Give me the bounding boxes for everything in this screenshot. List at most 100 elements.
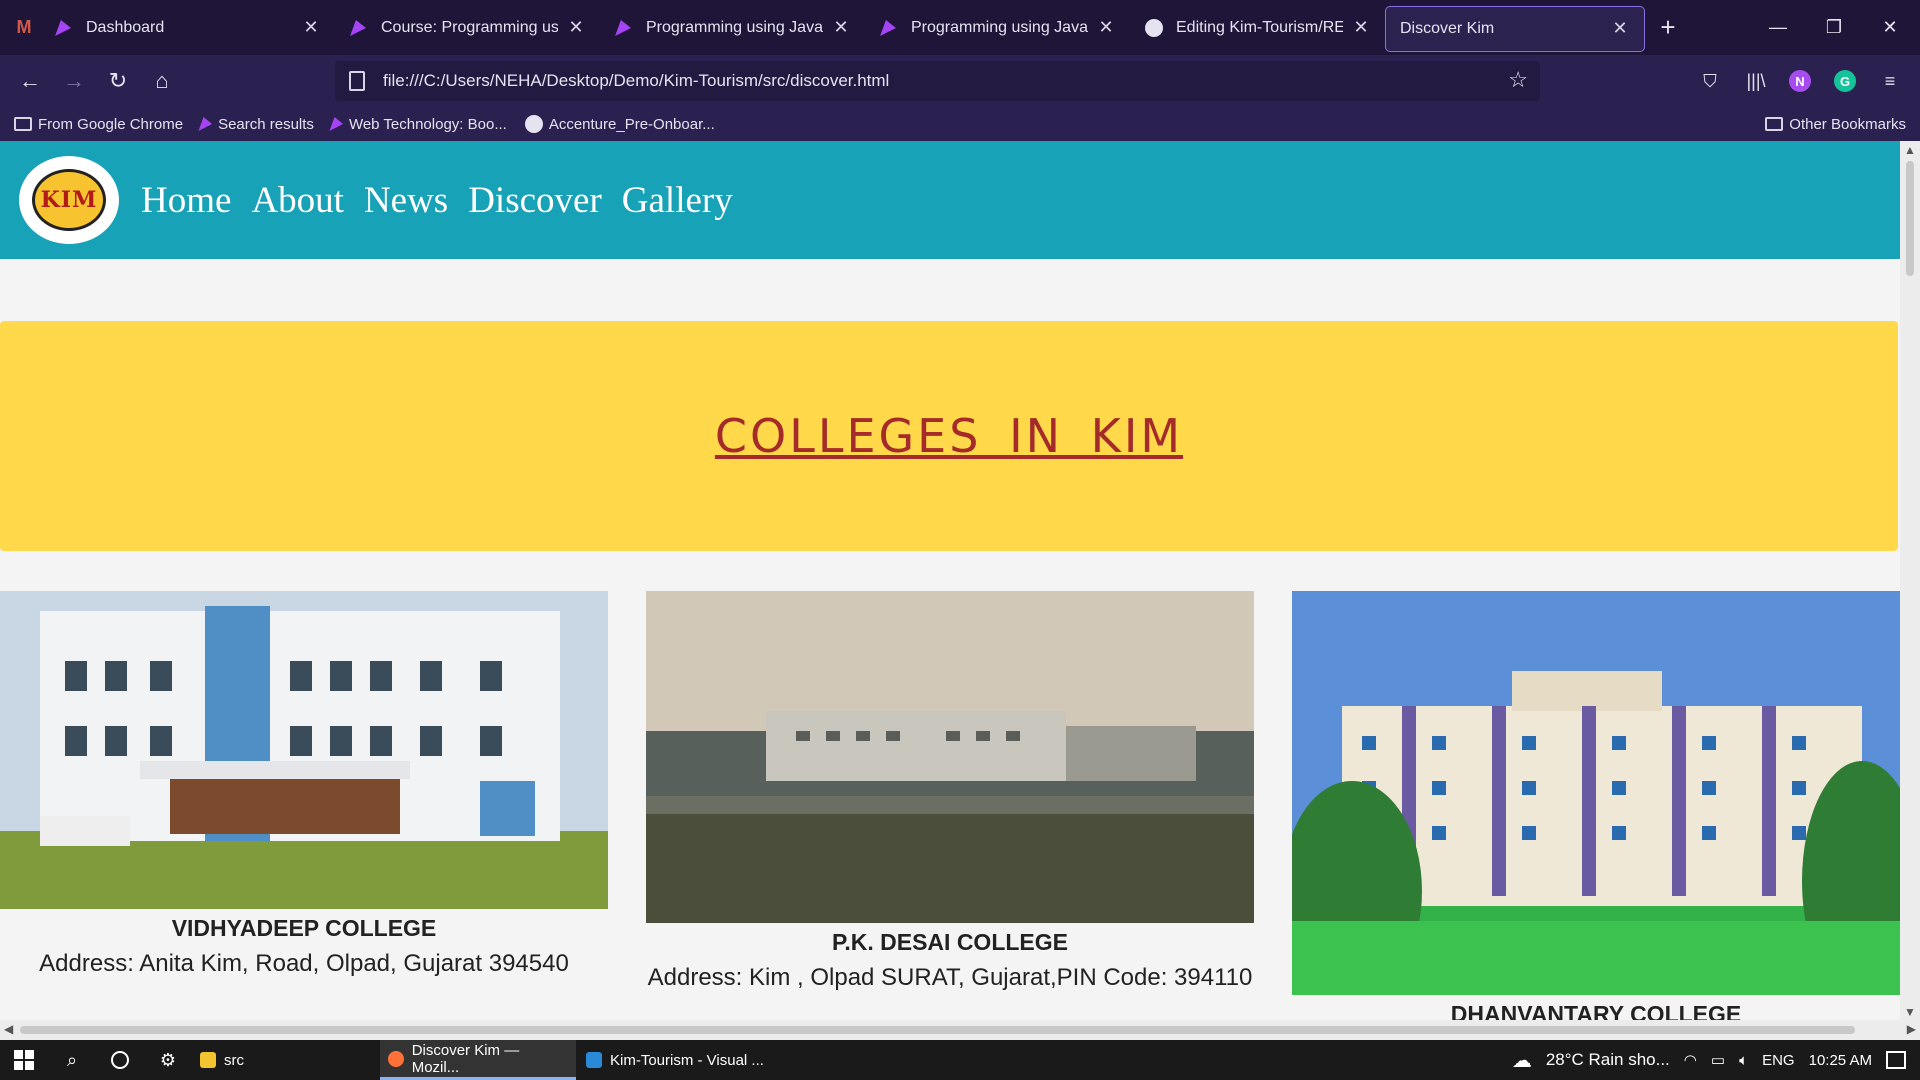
search-button[interactable]: ⌕ <box>48 1040 96 1080</box>
grammarly-icon: G <box>1834 70 1856 92</box>
notifications-icon[interactable] <box>1886 1051 1906 1069</box>
kim-logo[interactable]: KIM <box>19 156 119 244</box>
tab-title: Dashboard <box>86 18 165 36</box>
weather-icon[interactable]: ☁ <box>1512 1048 1532 1073</box>
close-icon[interactable]: ✕ <box>831 17 851 38</box>
course-chevron-icon <box>614 18 634 38</box>
taskbar-app-src[interactable]: src <box>192 1040 378 1080</box>
course-chevron-icon <box>54 18 74 38</box>
bookmark-chevron-icon <box>329 117 346 131</box>
weather-text[interactable]: 28°C Rain sho... <box>1546 1050 1670 1070</box>
profile-button[interactable]: N <box>1784 65 1816 97</box>
battery-icon[interactable]: ▭ <box>1711 1051 1725 1069</box>
college-name: VIDHYADEEP COLLEGE <box>171 915 437 941</box>
cortana-button[interactable] <box>96 1040 144 1080</box>
nav-news[interactable]: News <box>364 179 448 222</box>
github-icon <box>1144 18 1164 38</box>
pocket-icon[interactable]: ⛉ <box>1694 65 1726 97</box>
college-photo <box>0 591 608 909</box>
file-explorer-icon <box>200 1052 216 1068</box>
close-icon[interactable]: ✕ <box>1610 18 1630 39</box>
nav-about[interactable]: About <box>251 179 344 222</box>
site-nav: Home About News Discover Gallery <box>141 179 753 222</box>
menu-button[interactable]: ≡ <box>1874 65 1906 97</box>
scroll-down-icon[interactable]: ▼ <box>1900 1005 1920 1019</box>
nav-gallery[interactable]: Gallery <box>622 179 733 222</box>
tab-java-core[interactable]: Programming using Java Cor ✕ <box>600 5 865 51</box>
bookmark-from-google-chrome[interactable]: From Google Chrome <box>14 116 183 133</box>
tab-title: Editing Kim-Tourism/READM <box>1176 18 1343 36</box>
tab-github-readme[interactable]: Editing Kim-Tourism/READM ✕ <box>1130 5 1385 51</box>
windows-taskbar: ⌕ ⚙ src Discover Kim — Mozil... Kim-Tour… <box>0 1040 1920 1080</box>
other-bookmarks[interactable]: Other Bookmarks <box>1765 116 1906 133</box>
colleges-banner: COLLEGES IN KIM <box>0 321 1898 551</box>
minimize-button[interactable]: — <box>1750 0 1806 55</box>
logo-emblem: KIM <box>32 169 106 231</box>
gear-icon: ⚙ <box>159 1049 177 1070</box>
close-icon[interactable]: ✕ <box>1096 17 1116 38</box>
github-icon <box>524 115 543 133</box>
tab-discover-kim[interactable]: Discover Kim ✕ <box>1385 5 1645 52</box>
nav-discover[interactable]: Discover <box>468 179 602 222</box>
tab-java-mo[interactable]: Programming using Java Mo ✕ <box>865 5 1130 51</box>
scrollbar-thumb[interactable] <box>1906 161 1914 276</box>
forward-button[interactable]: → <box>52 59 96 103</box>
college-photo <box>646 591 1254 923</box>
reload-button[interactable]: ↻ <box>96 59 140 103</box>
bookmarks-bar: From Google Chrome Search results Web Te… <box>0 107 1920 141</box>
bookmark-star-icon[interactable]: ☆ <box>1508 67 1528 93</box>
bookmark-search-results[interactable]: Search results <box>198 116 314 133</box>
taskbar-app-vscode[interactable]: Kim-Tourism - Visual ... <box>578 1040 774 1080</box>
nav-home[interactable]: Home <box>141 179 231 222</box>
back-arrow-icon: ← <box>19 68 41 93</box>
search-icon: ⌕ <box>66 1049 78 1070</box>
grammarly-extension-button[interactable]: G <box>1829 65 1861 97</box>
back-button[interactable]: ← <box>8 59 52 103</box>
folder-icon <box>1765 117 1784 131</box>
tab-title: Programming using Java Mo <box>911 18 1088 36</box>
scrollbar-thumb[interactable] <box>20 1026 1855 1034</box>
bookmark-label: From Google Chrome <box>38 115 184 133</box>
forward-arrow-icon: → <box>63 68 85 93</box>
tab-title: Discover Kim <box>1400 19 1495 37</box>
scroll-up-icon[interactable]: ▲ <box>1900 143 1920 157</box>
bookmark-accenture[interactable]: Accenture_Pre-Onboar... <box>524 115 715 133</box>
library-icon[interactable]: |||\ <box>1740 65 1772 97</box>
scroll-left-icon[interactable]: ◀ <box>4 1022 13 1036</box>
close-icon[interactable]: ✕ <box>1351 17 1371 38</box>
tab-course[interactable]: Course: Programming using J ✕ <box>335 5 600 51</box>
other-bookmarks-label: Other Bookmarks <box>1789 115 1906 133</box>
vertical-scrollbar[interactable]: ▲ ▼ <box>1900 141 1920 1021</box>
cortana-icon <box>111 1051 129 1069</box>
restore-button[interactable]: ❐ <box>1806 0 1862 55</box>
page-viewport: KIM Home About News Discover Gallery COL… <box>0 141 1920 1040</box>
settings-button[interactable]: ⚙ <box>144 1040 192 1080</box>
horizontal-scrollbar[interactable]: ◀ ▶ <box>0 1020 1920 1040</box>
college-photo <box>1292 591 1900 995</box>
home-button[interactable]: ⌂ <box>140 59 184 103</box>
course-chevron-icon <box>879 18 899 38</box>
scroll-right-icon[interactable]: ▶ <box>1907 1022 1916 1036</box>
taskbar-app-firefox[interactable]: Discover Kim — Mozil... <box>380 1040 576 1080</box>
close-icon[interactable]: ✕ <box>566 17 586 38</box>
new-tab-button[interactable]: + <box>1645 12 1691 43</box>
college-address: Address: Kim , Olpad SURAT, Gujarat,PIN … <box>647 964 1253 991</box>
hamburger-icon: ≡ <box>1884 70 1896 91</box>
clock[interactable]: 10:25 AM <box>1809 1052 1872 1069</box>
wifi-icon[interactable]: ◠ <box>1684 1051 1697 1069</box>
url-text: file:///C:/Users/NEHA/Desktop/Demo/Kim-T… <box>383 71 890 90</box>
tab-title: Programming using Java Cor <box>646 18 823 36</box>
tab-dashboard[interactable]: M Dashboard ✕ <box>0 5 335 51</box>
home-icon: ⌂ <box>155 68 169 93</box>
college-name: P.K. DESAI COLLEGE <box>831 929 1068 955</box>
tab-title: Course: Programming using J <box>381 18 558 36</box>
banner-title[interactable]: COLLEGES IN KIM <box>715 409 1183 463</box>
start-button[interactable] <box>0 1040 48 1080</box>
bookmark-web-technology[interactable]: Web Technology: Boo... <box>329 116 507 133</box>
windows-icon <box>14 1050 34 1070</box>
close-icon[interactable]: ✕ <box>301 17 321 38</box>
window-close-button[interactable]: ✕ <box>1862 0 1918 55</box>
language-indicator[interactable]: ENG <box>1762 1052 1795 1069</box>
address-bar[interactable]: file:///C:/Users/NEHA/Desktop/Demo/Kim-T… <box>335 61 1540 101</box>
volume-icon[interactable]: 🔈︎ <box>1739 1052 1748 1069</box>
